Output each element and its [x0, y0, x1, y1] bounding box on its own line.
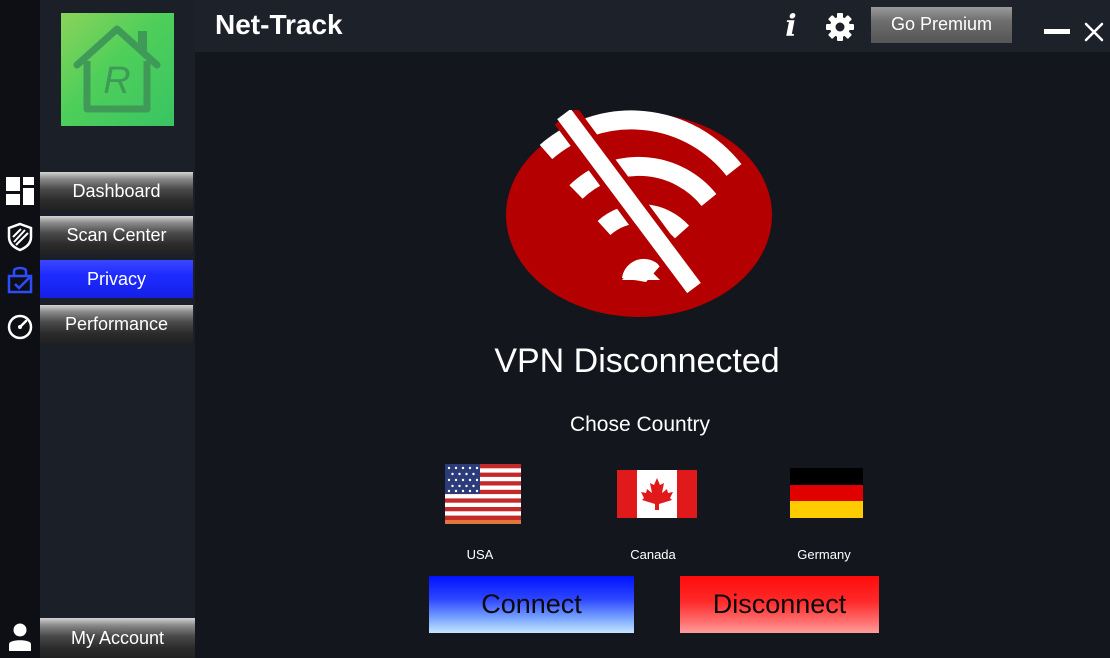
close-icon[interactable] [1082, 18, 1106, 44]
choose-country-label: Chose Country [569, 413, 711, 436]
sidebar-item-scan-center[interactable]: Scan Center [40, 216, 193, 254]
account-icon[interactable] [6, 622, 34, 652]
app-logo: R [61, 13, 174, 126]
speedometer-icon[interactable] [4, 310, 36, 342]
vpn-status-text: VPN Disconnected [494, 342, 780, 380]
usa-flag-icon[interactable] [445, 464, 521, 524]
country-label-canada: Canada [630, 547, 676, 562]
shield-icon[interactable] [4, 221, 36, 253]
go-premium-button[interactable]: Go Premium [871, 7, 1012, 43]
sidebar-item-dashboard[interactable]: Dashboard [40, 172, 193, 210]
dashboard-icon[interactable] [4, 175, 36, 207]
info-icon[interactable]: i [780, 10, 802, 44]
logo-letter: R [103, 60, 130, 102]
my-account-button[interactable]: My Account [40, 618, 195, 658]
gear-icon[interactable] [824, 11, 856, 43]
country-label-usa: USA [466, 547, 494, 562]
sidebar-item-performance[interactable]: Performance [40, 305, 193, 343]
minimize-icon[interactable] [1044, 29, 1070, 34]
country-label-germany: Germany [797, 547, 851, 562]
privacy-lock-icon[interactable] [4, 263, 36, 295]
canada-flag-icon[interactable] [617, 470, 697, 518]
app-title: Net-Track [215, 9, 343, 40]
germany-flag-icon[interactable] [790, 468, 863, 518]
wifi-off-icon [506, 110, 772, 317]
sidebar-item-privacy[interactable]: Privacy [40, 260, 193, 298]
connect-button[interactable]: Connect [429, 576, 634, 633]
disconnect-button[interactable]: Disconnect [680, 576, 879, 633]
